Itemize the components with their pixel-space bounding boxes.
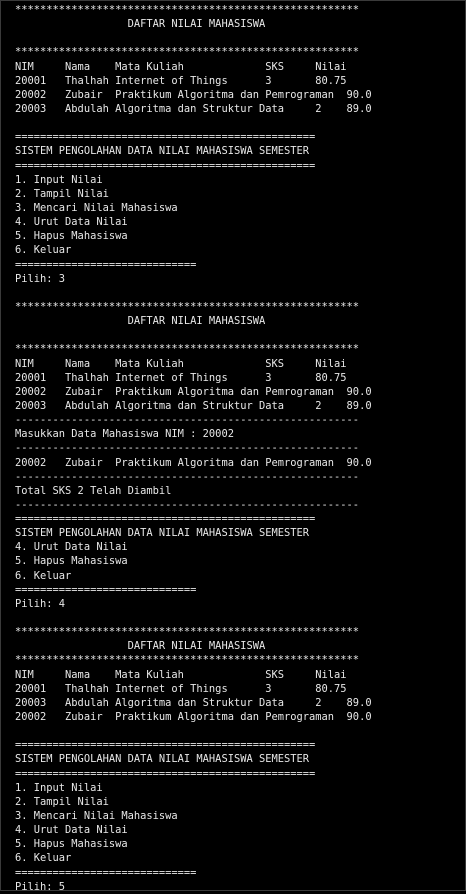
terminal-output[interactable]: ****************************************… xyxy=(15,3,461,893)
console-line: 1. Input Nilai xyxy=(15,781,103,794)
console-line: 20003 Abdulah Algoritma dan Struktur Dat… xyxy=(15,399,372,412)
console-line: ========================================… xyxy=(15,739,316,752)
console-line: 6. Keluar xyxy=(15,852,72,865)
console-line: Pilih: 5 xyxy=(15,880,66,893)
console-line: ****************************************… xyxy=(15,626,360,639)
console-line: Pilih: 4 xyxy=(15,597,66,610)
console-line: 20003 Abdulah Algoritma dan Struktur Dat… xyxy=(15,102,372,115)
console-line: 20003 Abdulah Algoritma dan Struktur Dat… xyxy=(15,696,372,709)
console-line: ========================================… xyxy=(15,159,316,172)
console-line: ============================= xyxy=(15,258,197,271)
console-line: ----------------------------------------… xyxy=(15,470,360,483)
console-line: 4. Urut Data Nilai xyxy=(15,216,128,229)
console-line: 20002 Zubair Praktikum Algoritma dan Pem… xyxy=(15,385,372,398)
console-line: NIM Nama Mata Kuliah SKS Nilai xyxy=(15,357,347,370)
console-line: 3. Mencari Nilai Mahasiswa xyxy=(15,201,178,214)
console-line: ========================================… xyxy=(15,131,316,144)
console-line: 2. Tampil Nilai xyxy=(15,795,109,808)
console-line: 4. Urut Data Nilai xyxy=(15,824,128,837)
console-line: 6. Keluar xyxy=(15,569,72,582)
console-line: SISTEM PENGOLAHAN DATA NILAI MAHASISWA S… xyxy=(15,753,310,766)
console-line: 20002 Zubair Praktikum Algoritma dan Pem… xyxy=(15,456,372,469)
console-line: 5. Hapus Mahasiswa xyxy=(15,230,128,243)
console-line: ============================= xyxy=(15,583,197,596)
console-line: DAFTAR NILAI MAHASISWA xyxy=(15,315,266,328)
console-line: ----------------------------------------… xyxy=(15,442,360,455)
console-line: DAFTAR NILAI MAHASISWA xyxy=(15,18,266,31)
console-line: 1. Input Nilai xyxy=(15,173,103,186)
console-line: Pilih: 3 xyxy=(15,272,66,285)
console-line: NIM Nama Mata Kuliah SKS Nilai xyxy=(15,668,347,681)
console-line: ****************************************… xyxy=(15,4,360,16)
console-line: ****************************************… xyxy=(15,343,360,356)
console-line: NIM Nama Mata Kuliah SKS Nilai xyxy=(15,60,347,73)
console-line: 4. Urut Data Nilai xyxy=(15,541,128,554)
console-line: 2. Tampil Nilai xyxy=(15,187,109,200)
console-line: ========================================… xyxy=(15,513,316,526)
console-line: DAFTAR NILAI MAHASISWA xyxy=(15,640,266,653)
console-line: 20002 Zubair Praktikum Algoritma dan Pem… xyxy=(15,88,372,101)
console-line: 20002 Zubair Praktikum Algoritma dan Pem… xyxy=(15,711,372,724)
console-line: ****************************************… xyxy=(15,654,360,667)
console-line: 6. Keluar xyxy=(15,244,72,257)
console-line: ========================================… xyxy=(15,767,316,780)
console-line: 5. Hapus Mahasiswa xyxy=(15,838,128,851)
console-line: 5. Hapus Mahasiswa xyxy=(15,555,128,568)
console-line: SISTEM PENGOLAHAN DATA NILAI MAHASISWA S… xyxy=(15,527,310,540)
console-line: ----------------------------------------… xyxy=(15,414,360,427)
console-line: 3. Mencari Nilai Mahasiswa xyxy=(15,810,178,823)
console-line: Total SKS 2 Telah Diambil xyxy=(15,484,172,497)
console-line: 20001 Thalhah Internet of Things 3 80.75 xyxy=(15,74,347,87)
console-line: SISTEM PENGOLAHAN DATA NILAI MAHASISWA S… xyxy=(15,145,310,158)
console-line: ****************************************… xyxy=(15,300,360,313)
console-line: ============================= xyxy=(15,866,197,879)
console-line: Masukkan Data Mahasiswa NIM : 20002 xyxy=(15,428,234,441)
console-line: 20001 Thalhah Internet of Things 3 80.75 xyxy=(15,371,347,384)
console-line: ----------------------------------------… xyxy=(15,498,360,511)
console-line: ****************************************… xyxy=(15,46,360,59)
console-line: 20001 Thalhah Internet of Things 3 80.75 xyxy=(15,682,347,695)
